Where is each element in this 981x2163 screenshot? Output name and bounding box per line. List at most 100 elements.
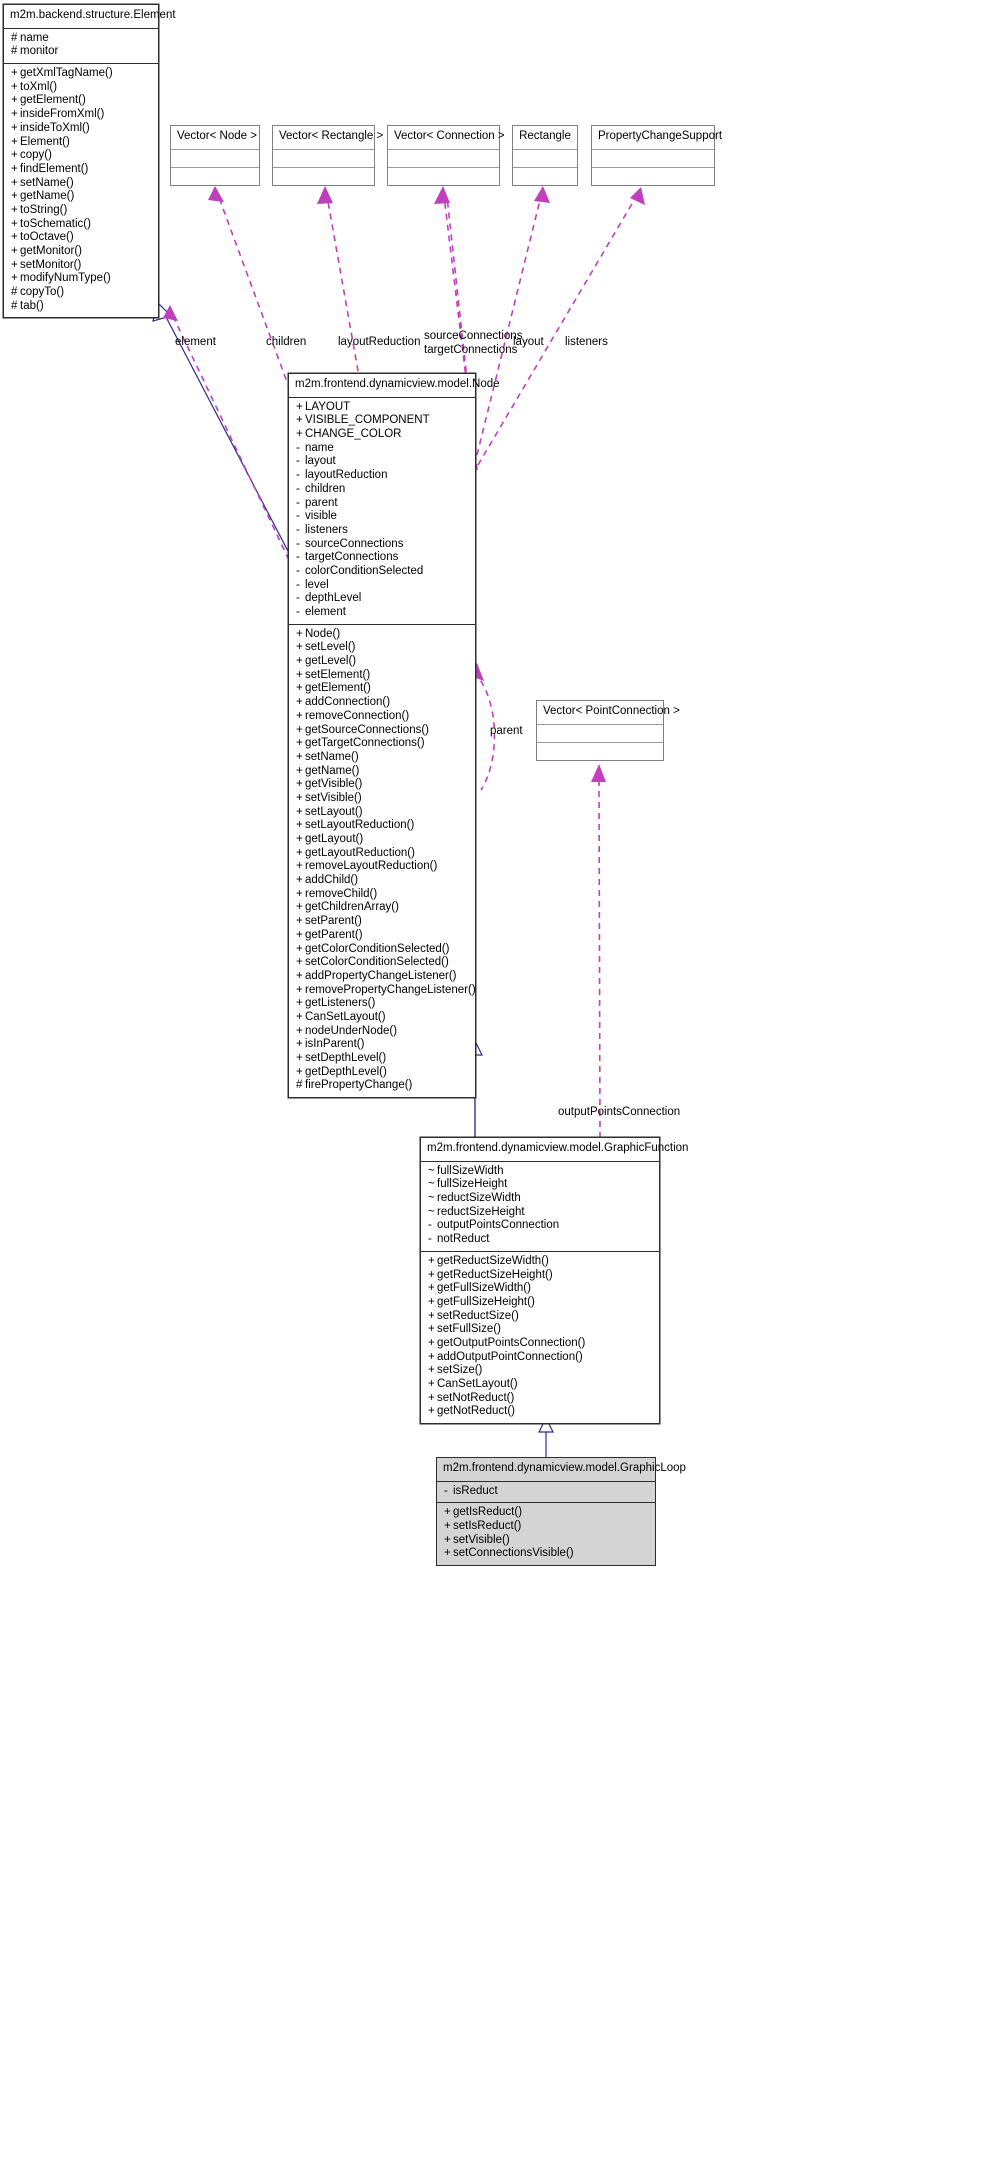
- visibility-marker: +: [428, 1364, 435, 1377]
- member-label: copyTo(): [20, 286, 65, 299]
- class-member-row: + getLayout(): [289, 833, 475, 847]
- methods-vector-connection: [388, 168, 499, 185]
- member-label: setName(): [305, 750, 359, 763]
- member-label: reductSizeHeight: [437, 1205, 525, 1218]
- member-label: VISIBLE_COMPONENT: [305, 414, 430, 427]
- attributes-rectangle: [513, 150, 577, 167]
- visibility-marker: +: [296, 428, 303, 441]
- visibility-marker: #: [296, 1079, 303, 1092]
- visibility-marker: #: [11, 31, 18, 44]
- edge-label-layout-reduction: layoutReduction: [338, 336, 421, 348]
- visibility-marker: -: [296, 482, 300, 495]
- member-label: Node(): [305, 627, 341, 640]
- member-label: setVisible(): [453, 1533, 510, 1546]
- visibility-marker: +: [428, 1309, 435, 1322]
- class-member-row: + getNotReduct(): [421, 1405, 659, 1419]
- class-member-row: - notReduct: [421, 1233, 659, 1247]
- class-member-row: + getParent(): [289, 929, 475, 943]
- class-member-row: + setLayoutReduction(): [289, 819, 475, 833]
- visibility-marker: +: [296, 874, 303, 887]
- class-member-row: + addPropertyChangeListener(): [289, 970, 475, 984]
- class-box-vector-connection[interactable]: Vector< Connection >: [387, 125, 505, 186]
- class-member-row: + setConnectionsVisible(): [437, 1547, 655, 1561]
- member-label: copy(): [20, 149, 52, 162]
- class-member-row: + insideToXml(): [4, 122, 158, 136]
- member-label: removeLayoutReduction(): [305, 860, 438, 873]
- visibility-marker: +: [444, 1533, 451, 1546]
- class-box-rectangle[interactable]: Rectangle: [512, 125, 578, 186]
- class-box-vector-rectangle[interactable]: Vector< Rectangle >: [272, 125, 383, 186]
- class-member-row: + getSourceConnections(): [289, 724, 475, 738]
- class-title-rectangle: Rectangle: [519, 130, 571, 142]
- class-member-row: + getIsReduct(): [437, 1506, 655, 1520]
- class-title-element: m2m.backend.structure.Element: [10, 9, 176, 21]
- member-label: sourceConnections: [305, 537, 404, 550]
- member-label: reductSizeWidth: [437, 1192, 521, 1205]
- member-label: insideToXml(): [20, 121, 90, 134]
- member-label: getElement(): [20, 94, 86, 107]
- visibility-marker: ~: [428, 1164, 435, 1177]
- member-label: targetConnections: [305, 551, 399, 564]
- visibility-marker: -: [296, 606, 300, 619]
- member-label: getColorConditionSelected(): [305, 942, 450, 955]
- visibility-marker: +: [296, 400, 303, 413]
- member-label: setConnectionsVisible(): [453, 1547, 574, 1560]
- member-label: fullSizeHeight: [437, 1178, 508, 1191]
- member-label: level: [305, 578, 329, 591]
- class-member-row: - level: [289, 579, 475, 593]
- visibility-marker: +: [11, 108, 18, 121]
- class-box-vector-pointconnection[interactable]: Vector< PointConnection >: [536, 700, 680, 761]
- visibility-marker: +: [428, 1391, 435, 1404]
- member-label: getName(): [305, 764, 360, 777]
- member-label: listeners: [305, 523, 348, 536]
- class-member-row: + setColorConditionSelected(): [289, 956, 475, 970]
- member-label: setElement(): [305, 668, 371, 681]
- visibility-marker: +: [296, 750, 303, 763]
- class-box-graphic-loop[interactable]: m2m.frontend.dynamicview.model.GraphicLo…: [436, 1457, 686, 1567]
- class-member-row: + getReductSizeWidth(): [421, 1255, 659, 1269]
- visibility-marker: +: [444, 1506, 451, 1519]
- member-label: getSourceConnections(): [305, 723, 430, 736]
- visibility-marker: -: [296, 551, 300, 564]
- visibility-marker: +: [296, 846, 303, 859]
- class-box-element[interactable]: m2m.backend.structure.Element # name # mon…: [3, 4, 176, 319]
- visibility-marker: +: [296, 1038, 303, 1051]
- visibility-marker: +: [296, 723, 303, 736]
- edge-outputpointsconnection-assoc: [591, 764, 606, 1139]
- class-member-row: + setIsReduct(): [437, 1520, 655, 1534]
- member-label: setName(): [20, 176, 74, 189]
- visibility-marker: +: [428, 1336, 435, 1349]
- class-member-row: - outputPointsConnection: [421, 1219, 659, 1233]
- class-member-row: + getFullSizeWidth(): [421, 1282, 659, 1296]
- member-label: colorConditionSelected: [305, 564, 424, 577]
- class-member-row: - isReduct: [437, 1485, 655, 1499]
- class-box-graphic-function[interactable]: m2m.frontend.dynamicview.model.GraphicFu…: [420, 1137, 688, 1425]
- visibility-marker: +: [428, 1350, 435, 1363]
- class-box-node[interactable]: m2m.frontend.dynamicview.model.Node + LAY…: [288, 373, 500, 1099]
- visibility-marker: +: [296, 833, 303, 846]
- member-label: getParent(): [305, 928, 363, 941]
- class-title-vector-connection: Vector< Connection >: [394, 130, 505, 142]
- member-label: parent: [305, 496, 338, 509]
- class-member-row: + removeConnection(): [289, 710, 475, 724]
- class-box-property-change-support[interactable]: PropertyChangeSupport: [591, 125, 722, 186]
- visibility-marker: +: [296, 778, 303, 791]
- class-member-row: + addOutputPointConnection(): [421, 1351, 659, 1365]
- class-member-row: + getLayoutReduction(): [289, 847, 475, 861]
- class-member-row: + CanSetLayout(): [421, 1378, 659, 1392]
- visibility-marker: +: [296, 627, 303, 640]
- class-member-row: # monitor: [4, 45, 158, 59]
- class-member-row: + getDepthLevel(): [289, 1066, 475, 1080]
- class-member-row: + toOctave(): [4, 231, 158, 245]
- class-box-vector-node[interactable]: Vector< Node >: [170, 125, 260, 186]
- class-member-row: + getOutputPointsConnection(): [421, 1337, 659, 1351]
- class-member-row: ~ fullSizeHeight: [421, 1178, 659, 1192]
- methods-vector-pointconnection: [537, 743, 663, 760]
- visibility-marker: -: [296, 578, 300, 591]
- visibility-marker: +: [428, 1268, 435, 1281]
- class-member-row: + removeChild(): [289, 888, 475, 902]
- visibility-marker: -: [296, 523, 300, 536]
- edge-label-layout: layout: [513, 336, 544, 348]
- visibility-marker: -: [296, 537, 300, 550]
- attributes-element: # name # monitor: [4, 29, 158, 63]
